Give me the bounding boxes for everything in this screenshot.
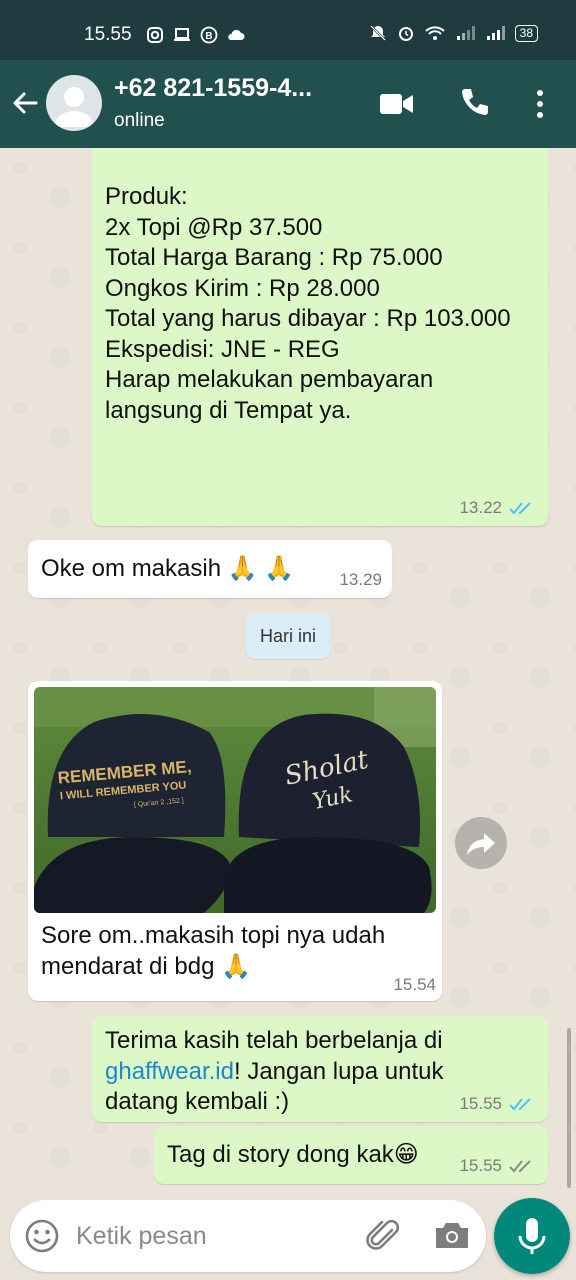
message-input[interactable] [76,1214,346,1258]
message-meta: 15.55 [459,1094,536,1114]
message-thanks[interactable]: Terima kasih telah berbelanja di ghaffwe… [92,1016,548,1122]
invoice-text: Produk: 2x Topi @Rp 37.500 Total Harga B… [105,182,511,426]
message-meta: 13.22 [459,498,536,518]
double-check-icon [509,1098,531,1111]
message-text: Oke om makasih 🙏 🙏 [41,555,295,582]
invoice-line: 2x Topi @Rp 37.500 [105,213,323,241]
emoji-icon[interactable] [24,1218,60,1254]
double-check-gray-icon [509,1160,531,1173]
laptop-icon [174,28,190,41]
hats-image: REMEMBER ME, I WILL REMEMBER YOU [ Qur'a… [34,687,436,913]
forward-icon [467,833,495,855]
invoice-line: Ongkos Kirim : Rp 28.000 [105,274,380,302]
photo-caption: Sore om..makasih topi nya udah mendarat … [41,921,385,982]
message-time: 13.29 [339,570,382,589]
hats-photo[interactable]: REMEMBER ME, I WILL REMEMBER YOU [ Qur'a… [34,687,436,913]
message-oke[interactable]: Oke om makasih 🙏 🙏 13.29 [28,540,392,598]
thanks-line: ghaffwear.id! Jangan lupa untuk [105,1057,444,1088]
message-time: 15.54 [393,975,436,994]
chat-area[interactable]: Produk: 2x Topi @Rp 37.500 Total Harga B… [0,148,576,1200]
default-avatar-icon [54,87,94,127]
video-call-icon[interactable] [378,90,416,118]
thanks-text: Terima kasih telah berbelanja di ghaffwe… [105,1026,444,1118]
status-time: 15.55 [84,24,132,45]
message-meta: 15.54 [393,975,436,995]
message-invoice[interactable]: Produk: 2x Topi @Rp 37.500 Total Harga B… [92,148,548,526]
back-arrow-icon[interactable] [10,86,40,120]
message-tag[interactable]: Tag di story dong kak😁 15.55 [154,1126,548,1184]
contact-status: online [114,110,165,131]
forward-button[interactable] [455,817,507,869]
avatar[interactable] [46,75,102,131]
b-circle-icon: B [200,26,218,44]
mic-icon [518,1218,546,1254]
status-bar: 15.55 B 38 [0,0,576,60]
message-meta: 13.29 [339,570,382,590]
scrollbar[interactable] [567,1028,571,1188]
invoice-line: Produk: [105,183,188,210]
invoice-line: langsung di Tempat ya. [105,396,352,424]
cloud-icon [228,29,245,40]
thanks-line: Terima kasih telah berbelanja di [105,1027,443,1054]
muted-bell-icon [369,25,386,41]
message-photo[interactable]: REMEMBER ME, I WILL REMEMBER YOU [ Qur'a… [28,681,442,1001]
message-input-bar [10,1200,486,1272]
wifi-icon [424,26,445,40]
more-vert-icon[interactable] [528,86,552,122]
svg-text:B: B [205,31,212,42]
invoice-line: Harap melakukan pembayaran [105,366,434,393]
phone-icon[interactable] [458,86,490,120]
thanks-line: datang kembali :) [105,1088,290,1115]
thanks-line-rest: ! Jangan lupa untuk [234,1057,444,1085]
message-meta: 15.55 [459,1156,536,1176]
invoice-line: Ekspedisi: JNE - REG [105,335,340,363]
signal-1-icon [456,26,475,40]
paperclip-icon[interactable] [364,1216,404,1256]
double-check-icon [509,502,531,515]
message-time: 15.55 [459,1094,502,1113]
invoice-line: Total yang harus dibayar : Rp 103.000 [105,305,511,332]
caption-line: Sore om..makasih topi nya udah [41,922,386,949]
alarm-icon [398,27,413,41]
message-text: Tag di story dong kak😁 [167,1141,419,1168]
message-time: 13.22 [459,498,502,517]
invoice-line: Total Harga Barang : Rp 75.000 [105,244,443,271]
chat-header: +62 821-1559-4... online [0,60,576,148]
mic-button[interactable] [494,1198,570,1274]
link-ghaffwear[interactable]: ghaffwear.id [105,1058,234,1085]
instagram-icon [147,27,163,43]
contact-name[interactable]: +62 821-1559-4... [114,74,364,103]
camera-icon[interactable] [432,1218,472,1254]
date-separator: Hari ini [246,613,330,659]
message-time: 15.55 [459,1156,502,1175]
signal-2-icon [486,26,505,40]
caption-line: mendarat di bdg 🙏 [41,952,251,980]
battery-indicator: 38 [514,24,538,42]
